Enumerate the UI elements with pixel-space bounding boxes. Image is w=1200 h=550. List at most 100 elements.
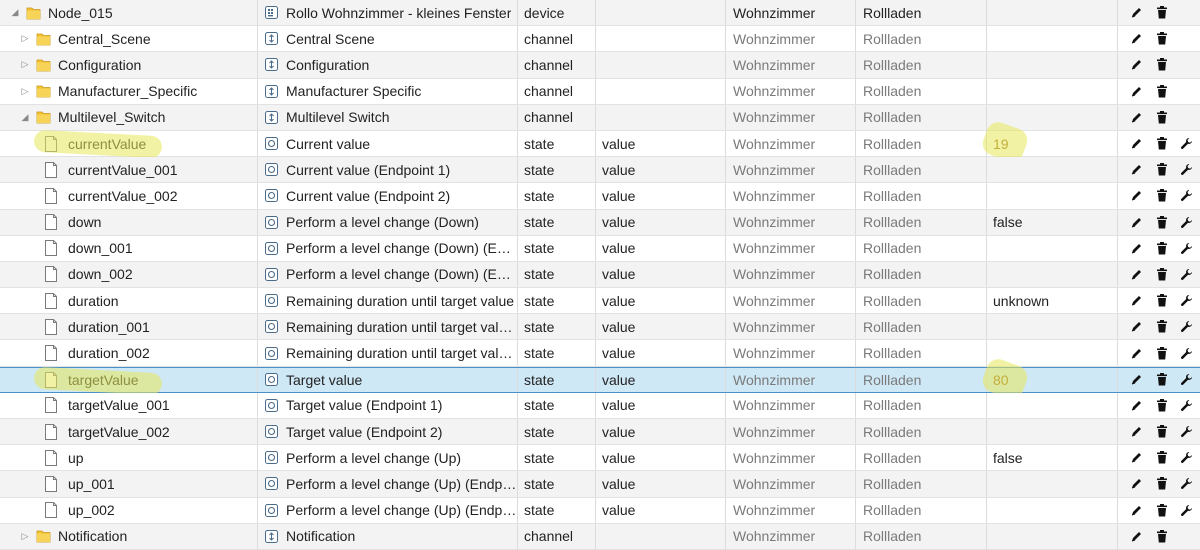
state-row[interactable]: currentValue_002 Current value (Endpoint …	[0, 183, 1200, 210]
delete-button[interactable]	[1149, 288, 1174, 313]
edit-button[interactable]	[1124, 183, 1149, 208]
channel-row[interactable]: ◢ Multilevel_Switch Multilevel Switch chann…	[0, 104, 1200, 131]
delete-button[interactable]	[1149, 236, 1174, 261]
edit-button[interactable]	[1124, 393, 1149, 418]
wrench-button[interactable]	[1174, 183, 1199, 208]
value-cell[interactable]: 80	[986, 367, 1117, 392]
state-row[interactable]: currentValue_001 Current value (Endpoint …	[0, 157, 1200, 184]
edit-button[interactable]	[1124, 445, 1149, 470]
value-cell[interactable]	[986, 235, 1117, 261]
caret-right-icon[interactable]: ▷	[18, 59, 32, 70]
delete-button[interactable]	[1149, 445, 1174, 470]
delete-button[interactable]	[1149, 210, 1174, 235]
edit-button[interactable]	[1124, 105, 1149, 130]
state-row[interactable]: targetValue Target value state value Wohnzim…	[0, 355, 1200, 402]
wrench-button[interactable]	[1174, 210, 1199, 235]
state-row[interactable]: duration_001 Remaining duration until tar…	[0, 314, 1200, 341]
caret-down-icon[interactable]: ◢	[8, 7, 22, 18]
wrench-button[interactable]	[1174, 314, 1199, 339]
value-cell[interactable]	[986, 157, 1117, 183]
delete-button[interactable]	[1149, 52, 1174, 77]
value-cell[interactable]	[986, 261, 1117, 288]
value-cell[interactable]	[986, 523, 1117, 549]
value-cell[interactable]	[986, 392, 1117, 418]
edit-button[interactable]	[1124, 26, 1149, 51]
delete-button[interactable]	[1149, 183, 1174, 208]
state-row[interactable]: duration_002 Remaining duration until tar…	[0, 340, 1200, 367]
delete-button[interactable]	[1149, 393, 1174, 418]
value-cell[interactable]	[986, 340, 1117, 366]
edit-button[interactable]	[1124, 368, 1149, 392]
delete-button[interactable]	[1149, 314, 1174, 339]
value-cell[interactable]	[986, 471, 1117, 497]
edit-button[interactable]	[1124, 79, 1149, 104]
delete-button[interactable]	[1149, 419, 1174, 444]
delete-button[interactable]	[1149, 524, 1174, 549]
delete-button[interactable]	[1149, 471, 1174, 496]
delete-button[interactable]	[1149, 79, 1174, 104]
edit-button[interactable]	[1124, 524, 1149, 549]
delete-button[interactable]	[1149, 498, 1174, 523]
value-cell[interactable]	[986, 26, 1117, 52]
wrench-button[interactable]	[1174, 262, 1199, 287]
state-row[interactable]: up_002 Perform a level change (Up) (Endpo…	[0, 497, 1200, 524]
wrench-button[interactable]	[1174, 157, 1199, 182]
wrench-button[interactable]	[1174, 288, 1199, 313]
wrench-button[interactable]	[1174, 131, 1199, 156]
caret-right-icon[interactable]: ▷	[18, 86, 32, 97]
device-row[interactable]: ◢ Node_015 Rollo Wohnzimmer - kleines Fens…	[0, 0, 1200, 27]
state-row[interactable]: targetValue_002 Target value (Endpoint 2)…	[0, 419, 1200, 446]
value-cell[interactable]	[986, 183, 1117, 209]
delete-button[interactable]	[1149, 368, 1174, 392]
channel-row[interactable]: ▷ Configuration Configuration channel Wohnzi…	[0, 52, 1200, 79]
delete-button[interactable]	[1149, 157, 1174, 182]
edit-button[interactable]	[1124, 419, 1149, 444]
edit-button[interactable]	[1124, 236, 1149, 261]
edit-button[interactable]	[1124, 131, 1149, 156]
edit-button[interactable]	[1124, 52, 1149, 77]
delete-button[interactable]	[1149, 26, 1174, 51]
channel-row[interactable]: ▷ Notification Notification channel Wohnzimm…	[0, 523, 1200, 550]
state-row[interactable]: up_001 Perform a level change (Up) (Endpo…	[0, 471, 1200, 498]
channel-row[interactable]: ▷ Manufacturer_Specific Manufacturer Speci…	[0, 78, 1200, 105]
wrench-button[interactable]	[1174, 368, 1199, 392]
edit-button[interactable]	[1124, 262, 1149, 287]
caret-right-icon[interactable]: ▷	[18, 531, 32, 542]
wrench-button[interactable]	[1174, 471, 1199, 496]
value-cell[interactable]: 19	[986, 130, 1117, 157]
value-cell[interactable]: unknown	[986, 288, 1117, 314]
state-row[interactable]: currentValue Current value state value Wohnz…	[0, 118, 1200, 166]
value-cell[interactable]: false	[986, 209, 1117, 235]
state-row[interactable]: up Perform a level change (Up) state value W…	[0, 445, 1200, 472]
value-cell[interactable]	[986, 52, 1117, 78]
wrench-button[interactable]	[1174, 419, 1199, 444]
edit-button[interactable]	[1124, 340, 1149, 365]
edit-button[interactable]	[1124, 157, 1149, 182]
edit-button[interactable]	[1124, 210, 1149, 235]
caret-down-icon[interactable]: ◢	[18, 112, 32, 123]
value-cell[interactable]	[986, 0, 1117, 26]
delete-button[interactable]	[1149, 131, 1174, 156]
value-cell[interactable]	[986, 104, 1117, 130]
channel-row[interactable]: ▷ Central_Scene Central Scene channel Wohnzi…	[0, 26, 1200, 53]
edit-button[interactable]	[1124, 314, 1149, 339]
wrench-button[interactable]	[1174, 498, 1199, 523]
wrench-button[interactable]	[1174, 340, 1199, 365]
value-cell[interactable]	[986, 497, 1117, 523]
delete-button[interactable]	[1149, 105, 1174, 130]
caret-right-icon[interactable]: ▷	[18, 33, 32, 44]
wrench-button[interactable]	[1174, 393, 1199, 418]
wrench-button[interactable]	[1174, 236, 1199, 261]
value-cell[interactable]: false	[986, 445, 1117, 471]
edit-button[interactable]	[1124, 471, 1149, 496]
state-row[interactable]: down_002 Perform a level change (Down) (E…	[0, 261, 1200, 289]
state-row[interactable]: down_001 Perform a level change (Down) (E…	[0, 235, 1200, 262]
delete-button[interactable]	[1149, 262, 1174, 287]
value-cell[interactable]	[986, 314, 1117, 340]
edit-button[interactable]	[1124, 0, 1149, 25]
value-cell[interactable]	[986, 419, 1117, 445]
delete-button[interactable]	[1149, 0, 1174, 25]
state-row[interactable]: targetValue_001 Target value (Endpoint 1)…	[0, 392, 1200, 419]
edit-button[interactable]	[1124, 288, 1149, 313]
delete-button[interactable]	[1149, 340, 1174, 365]
